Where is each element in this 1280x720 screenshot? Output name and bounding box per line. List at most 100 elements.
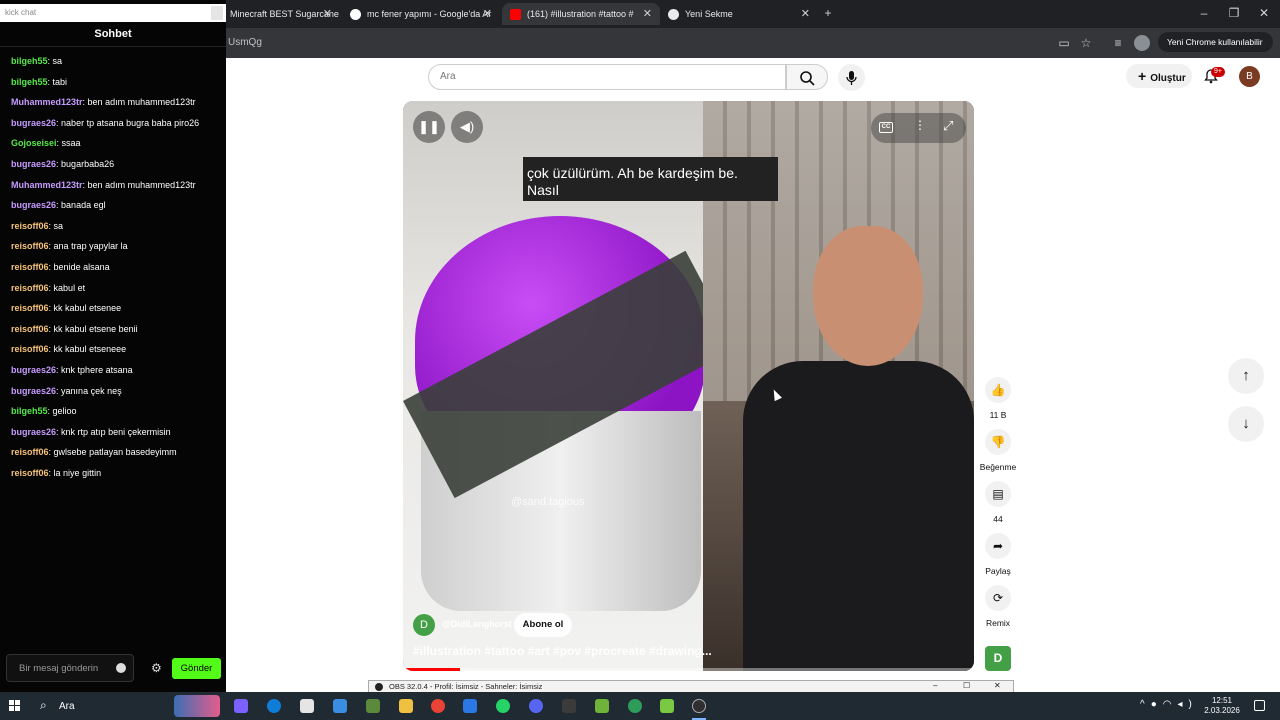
- chat-username[interactable]: bilgeh55: [11, 56, 48, 66]
- chat-username[interactable]: reisoff06: [11, 468, 49, 478]
- send-button[interactable]: Gönder: [172, 658, 221, 679]
- url-text[interactable]: UsmQg: [228, 37, 262, 48]
- cast-icon[interactable]: ▭: [1056, 35, 1072, 51]
- chat-username[interactable]: Muhammed123tr: [11, 180, 83, 190]
- tab-new-tab[interactable]: Yeni Sekme ✕: [660, 3, 818, 25]
- media-controls-icon[interactable]: ≡: [1110, 35, 1126, 51]
- close-icon[interactable]: ✕: [483, 7, 492, 20]
- chat-username[interactable]: reisoff06: [11, 262, 49, 272]
- chat-window-titlebar[interactable]: kick chat: [0, 4, 226, 22]
- minecraft-icon[interactable]: [660, 699, 674, 713]
- widgets-icon[interactable]: [174, 695, 220, 717]
- bookmark-star-icon[interactable]: ☆: [1078, 35, 1094, 51]
- subscribe-button[interactable]: Abone ol: [514, 613, 572, 637]
- chat-username[interactable]: Gojoseisei: [11, 138, 57, 148]
- share-button[interactable]: ➦: [985, 533, 1011, 559]
- system-clock[interactable]: 12:51 2.03.2026: [1202, 696, 1242, 716]
- chat-username[interactable]: reisoff06: [11, 221, 49, 231]
- comments-button[interactable]: ▤: [985, 481, 1011, 507]
- close-icon[interactable]: ✕: [323, 7, 332, 20]
- chat-username[interactable]: Muhammed123tr: [11, 97, 83, 107]
- pause-button[interactable]: ❚❚: [413, 111, 445, 143]
- chrome-profile-icon[interactable]: [628, 699, 642, 713]
- video-progress-bar[interactable]: [403, 668, 974, 671]
- previous-video-button[interactable]: ↑: [1228, 358, 1264, 394]
- obs-icon[interactable]: [692, 699, 706, 713]
- minimize-icon[interactable]: –: [933, 681, 937, 690]
- window-close-icon[interactable]: ✕: [994, 681, 1001, 690]
- chat-username[interactable]: bugraes26: [11, 159, 56, 169]
- store-icon[interactable]: [300, 699, 314, 713]
- emoji-icon[interactable]: [116, 663, 126, 673]
- create-button[interactable]: + Oluştur: [1126, 64, 1192, 88]
- tab-minecraft[interactable]: Minecraft BEST Sugarcane ✕: [222, 3, 340, 25]
- chat-username[interactable]: bugraes26: [11, 365, 56, 375]
- remix-button[interactable]: ⟳: [985, 585, 1011, 611]
- chat-message: reisoff06: ana trap yapylar la: [11, 241, 128, 251]
- chat-message-input[interactable]: Bir mesaj gönderin: [6, 654, 134, 682]
- minimize-icon[interactable]: –: [1196, 5, 1212, 21]
- account-avatar[interactable]: B: [1239, 66, 1260, 87]
- sound-avatar[interactable]: D: [985, 646, 1011, 671]
- chat-username[interactable]: reisoff06: [11, 303, 49, 313]
- minecraft-launcher-icon[interactable]: [595, 699, 609, 713]
- shorts-video-player[interactable]: @sand.tagious çok üzülürüm. Ah be kardeş…: [403, 101, 974, 671]
- chrome-update-button[interactable]: Yeni Chrome kullanılabilir ⋮: [1158, 32, 1273, 67]
- channel-avatar[interactable]: D: [413, 614, 435, 636]
- chat-username[interactable]: bilgeh55: [11, 77, 48, 87]
- chat-username[interactable]: reisoff06: [11, 241, 49, 251]
- taskbar-search-label[interactable]: Ara: [59, 701, 75, 712]
- voice-search-button[interactable]: [838, 64, 865, 91]
- app-icon[interactable]: [562, 699, 576, 713]
- tab-youtube[interactable]: (161) #illustration #tattoo # ✕: [502, 3, 660, 25]
- profile-avatar-icon[interactable]: [1134, 35, 1150, 51]
- mic-tray-icon[interactable]: ●: [1151, 699, 1163, 710]
- window-button-icon[interactable]: [211, 6, 223, 20]
- youtube-search-button[interactable]: [786, 64, 828, 90]
- volume-icon[interactable]: ◂): [1177, 699, 1197, 710]
- chat-username[interactable]: reisoff06: [11, 447, 49, 457]
- tab-google[interactable]: mc fener yapımı - Google'da Ar ✕: [342, 3, 500, 25]
- restore-icon[interactable]: ❐: [1226, 5, 1242, 21]
- maximize-icon[interactable]: ☐: [963, 681, 970, 690]
- chat-username[interactable]: bugraes26: [11, 118, 56, 128]
- copilot-icon[interactable]: [234, 699, 248, 713]
- video-title[interactable]: #illustration #tattoo #art #pov #procrea…: [413, 644, 712, 658]
- file-explorer-icon[interactable]: [399, 699, 413, 713]
- minecraft-icon[interactable]: [366, 699, 380, 713]
- chat-username[interactable]: reisoff06: [11, 324, 49, 334]
- chat-username[interactable]: reisoff06: [11, 344, 49, 354]
- chrome-icon[interactable]: [431, 699, 445, 713]
- captions-icon[interactable]: CC: [879, 122, 893, 133]
- chat-username[interactable]: bugraes26: [11, 427, 56, 437]
- app-icon[interactable]: [463, 699, 477, 713]
- gear-icon[interactable]: ⚙: [151, 661, 162, 675]
- whatsapp-icon[interactable]: [496, 699, 510, 713]
- youtube-search-box[interactable]: Ara: [428, 64, 786, 90]
- chevron-up-icon[interactable]: ^: [1140, 699, 1151, 710]
- edge-icon[interactable]: [267, 699, 281, 713]
- volume-button[interactable]: ◀): [451, 111, 483, 143]
- close-icon[interactable]: ✕: [801, 7, 810, 20]
- search-icon[interactable]: ⌕: [40, 698, 47, 713]
- close-icon[interactable]: ✕: [643, 7, 652, 20]
- windows-start-icon[interactable]: [9, 700, 21, 712]
- fullscreen-icon[interactable]: ⤢: [943, 118, 953, 134]
- chat-username[interactable]: reisoff06: [11, 283, 49, 293]
- window-close-icon[interactable]: ✕: [1256, 5, 1272, 21]
- more-options-icon[interactable]: ⋮: [914, 118, 926, 132]
- chat-username[interactable]: bugraes26: [11, 200, 56, 210]
- channel-name[interactable]: @DidiLanghorst: [442, 619, 512, 629]
- mail-icon[interactable]: [333, 699, 347, 713]
- notification-center-icon[interactable]: [1254, 700, 1265, 711]
- system-tray[interactable]: ^●◠◂): [1140, 699, 1198, 710]
- chat-username[interactable]: bugraes26: [11, 386, 56, 396]
- dislike-button[interactable]: 👎: [985, 429, 1011, 455]
- wifi-icon[interactable]: ◠: [1163, 699, 1178, 710]
- next-video-button[interactable]: ↓: [1228, 406, 1264, 442]
- chat-username[interactable]: bilgeh55: [11, 406, 48, 416]
- new-tab-icon[interactable]: +: [820, 5, 836, 21]
- discord-icon[interactable]: [529, 699, 543, 713]
- like-button[interactable]: 👍: [985, 377, 1011, 403]
- youtube-search-placeholder: Ara: [440, 71, 456, 82]
